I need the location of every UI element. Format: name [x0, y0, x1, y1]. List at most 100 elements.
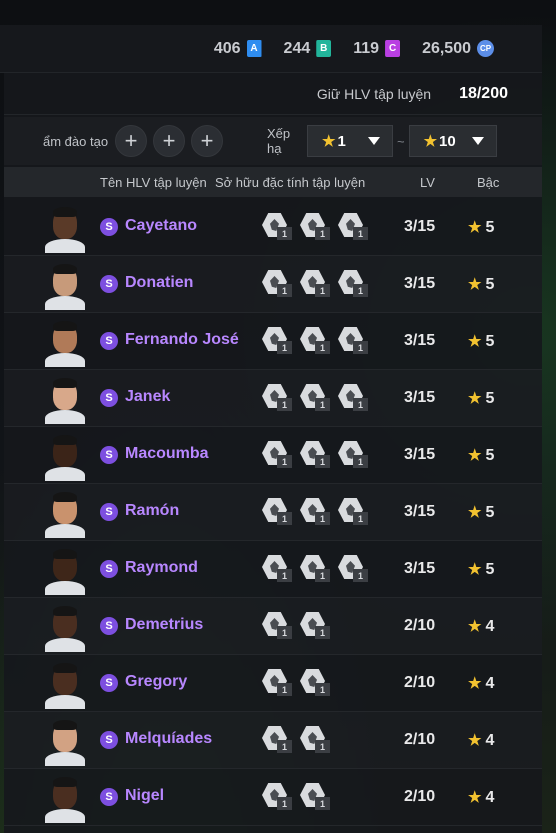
avatar: [45, 663, 85, 709]
rank-to-select[interactable]: ★ 10: [408, 125, 497, 157]
training-trait-icon[interactable]: 1: [260, 325, 298, 357]
s-grade-badge-icon: S: [100, 446, 118, 464]
coach-grade: ★ 5: [468, 560, 494, 579]
training-trait-icon[interactable]: 1: [298, 781, 336, 813]
table-row[interactable]: S Ramón 1 1 1 3/15 ★ 5: [4, 484, 542, 541]
training-trait-icon[interactable]: 1: [336, 325, 374, 357]
table-row[interactable]: S Gregory 1 1 2/10 ★ 4: [4, 655, 542, 712]
table-row[interactable]: S Janek 1 1 1 3/15 ★ 5: [4, 370, 542, 427]
coach-level: 3/15: [404, 218, 436, 235]
coach-level: 2/10: [404, 674, 436, 691]
coach-grade-value: 4: [485, 618, 495, 635]
training-trait-icon[interactable]: 1: [336, 439, 374, 471]
trait-level: 1: [315, 512, 330, 525]
trait-level: 1: [277, 512, 292, 525]
coach-grade: ★ 5: [468, 218, 494, 237]
table-row[interactable]: S Donatien 1 1 1 3/15 ★ 5: [4, 256, 542, 313]
training-trait-icon[interactable]: 1: [260, 382, 298, 414]
column-lv-header[interactable]: LV: [420, 175, 435, 190]
currency-cp: 26,500 CP: [422, 40, 494, 58]
column-name-header[interactable]: Tên HLV tập luyện: [100, 175, 207, 190]
table-row[interactable]: S Nigel 1 1 2/10 ★ 4: [4, 769, 542, 826]
training-trait-icon[interactable]: 1: [260, 724, 298, 756]
training-trait-icon[interactable]: 1: [298, 382, 336, 414]
training-trait-icon[interactable]: 1: [298, 439, 336, 471]
column-traits-header[interactable]: Sở hữu đặc tính tập luyện: [215, 175, 365, 190]
star-icon: ★: [468, 276, 482, 293]
s-grade-badge-icon: S: [100, 731, 118, 749]
training-trait-icon[interactable]: 1: [336, 496, 374, 528]
training-trait-icon[interactable]: 1: [260, 268, 298, 300]
coach-name: Macoumba: [125, 445, 209, 462]
trait-level: 1: [315, 455, 330, 468]
trait-level: 1: [277, 740, 292, 753]
table-row[interactable]: S Fernando José 1 1 1 3/15 ★ 5: [4, 313, 542, 370]
training-trait-icon[interactable]: 1: [336, 553, 374, 585]
coach-name: Nigel: [125, 787, 165, 804]
trait-level: 1: [353, 284, 368, 297]
training-trait-icon[interactable]: 1: [336, 268, 374, 300]
s-grade-badge-icon: S: [100, 788, 118, 806]
coach-grade-value: 5: [485, 447, 495, 464]
coach-name: Cayetano: [125, 217, 198, 234]
training-trait-icon[interactable]: 1: [260, 439, 298, 471]
training-trait-icon[interactable]: 1: [260, 496, 298, 528]
trait-level: 1: [353, 227, 368, 240]
trait-level: 1: [277, 797, 292, 810]
trait-list: 1 1 1: [260, 325, 374, 357]
star-icon: ★: [468, 390, 482, 407]
add-filter-slot-2-button[interactable]: +: [153, 125, 185, 157]
star-icon: ★: [322, 133, 336, 150]
training-trait-icon[interactable]: 1: [260, 610, 298, 642]
training-trait-icon[interactable]: 1: [298, 268, 336, 300]
training-trait-icon[interactable]: 1: [298, 610, 336, 642]
training-trait-icon[interactable]: 1: [298, 553, 336, 585]
training-trait-icon[interactable]: 1: [260, 781, 298, 813]
rank-filter-label: Xếp hạ: [267, 126, 291, 156]
coach-grade: ★ 4: [468, 731, 494, 750]
training-trait-icon[interactable]: 1: [298, 667, 336, 699]
c-coin-icon: C: [385, 40, 401, 57]
table-row[interactable]: S Demetrius 1 1 2/10 ★ 4: [4, 598, 542, 655]
avatar: [45, 321, 85, 367]
currency-b-value: 244: [283, 39, 311, 57]
training-trait-icon[interactable]: 1: [298, 724, 336, 756]
table-row[interactable]: S Melquíades 1 1 2/10 ★ 4: [4, 712, 542, 769]
training-trait-icon[interactable]: 1: [298, 211, 336, 243]
training-trait-icon[interactable]: 1: [298, 496, 336, 528]
coach-grade-value: 4: [485, 732, 495, 749]
table-row[interactable]: S Cayetano 1 1 1 3/15 ★ 5: [4, 199, 542, 256]
training-trait-icon[interactable]: 1: [298, 325, 336, 357]
trait-level: 1: [277, 455, 292, 468]
coach-list-panel: Giữ HLV tập luyện 18/200 ẩm đào tạo + + …: [4, 73, 542, 833]
coach-name: Demetrius: [125, 616, 204, 633]
coach-level: 3/15: [404, 389, 436, 406]
table-header: Tên HLV tập luyện Sở hữu đặc tính tập lu…: [4, 167, 542, 197]
rank-from-select[interactable]: ★ 1: [307, 125, 393, 157]
cp-coin-icon: CP: [477, 40, 494, 57]
training-trait-icon[interactable]: 1: [336, 382, 374, 414]
chevron-down-icon: [471, 137, 484, 145]
training-trait-icon[interactable]: 1: [260, 553, 298, 585]
coach-grade-value: 5: [485, 390, 495, 407]
trait-level: 1: [353, 398, 368, 411]
coach-level: 2/10: [404, 788, 436, 805]
add-filter-slot-1-button[interactable]: +: [115, 125, 147, 157]
coach-grade: ★ 5: [468, 389, 494, 408]
trait-level: 1: [353, 512, 368, 525]
trait-level: 1: [315, 740, 330, 753]
training-trait-icon[interactable]: 1: [336, 211, 374, 243]
add-filter-slot-3-button[interactable]: +: [191, 125, 223, 157]
column-grade-header[interactable]: Bậc: [477, 175, 499, 190]
star-icon: ★: [468, 219, 482, 236]
coach-count-row: Giữ HLV tập luyện 18/200: [4, 73, 542, 115]
training-trait-icon[interactable]: 1: [260, 211, 298, 243]
table-row[interactable]: S Macoumba 1 1 1 3/15 ★ 5: [4, 427, 542, 484]
trait-list: 1 1: [260, 781, 336, 813]
training-trait-icon[interactable]: 1: [260, 667, 298, 699]
avatar: [45, 777, 85, 823]
table-row[interactable]: S Raymond 1 1 1 3/15 ★ 5: [4, 541, 542, 598]
coach-grade: ★ 5: [468, 275, 494, 294]
currency-c: 119 C: [353, 40, 401, 58]
coach-level: 3/15: [404, 275, 436, 292]
